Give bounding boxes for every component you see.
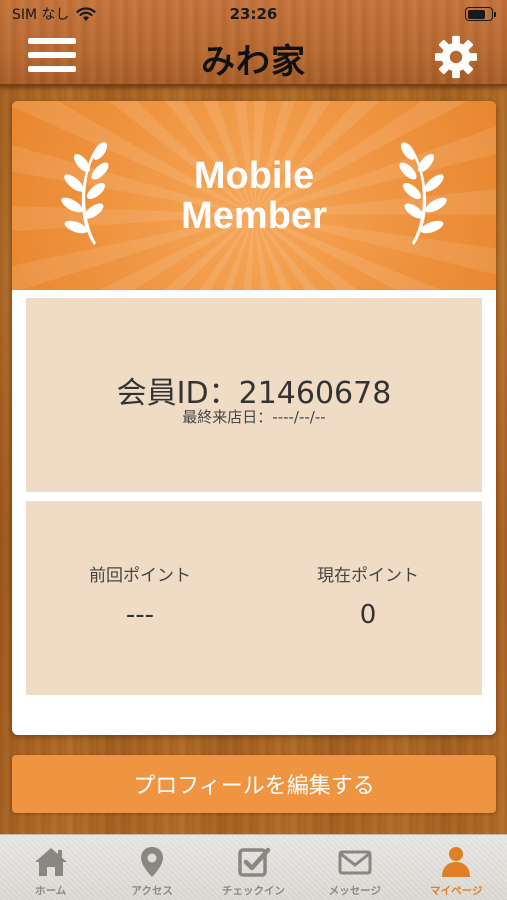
mobile-member-banner: Mobile Member <box>12 101 496 290</box>
previous-points-label: 前回ポイント <box>89 566 191 586</box>
map-pin-icon <box>141 847 164 877</box>
points-panel: 前回ポイント --- 現在ポイント 0 <box>26 501 482 695</box>
gear-icon[interactable] <box>433 34 479 80</box>
tab-label: ホーム <box>35 885 67 897</box>
laurel-icon <box>399 142 447 245</box>
tab-bar: ホーム アクセス チェックイン メッセージ マイページ <box>0 834 507 900</box>
member-card: Mobile Member 会員ID：21460678 最終来店日：----/-… <box>12 101 496 735</box>
app-title: みわ家 <box>201 42 306 82</box>
tab-access[interactable]: アクセス <box>101 835 202 900</box>
tab-label: メッセージ <box>328 885 382 897</box>
status-bar: SIM なし 23:26 <box>0 0 507 28</box>
tab-home[interactable]: ホーム <box>0 835 101 900</box>
edit-profile-button[interactable]: プロフィールを編集する <box>12 755 496 813</box>
member-id-panel: 会員ID：21460678 最終来店日：----/--/-- <box>26 298 482 492</box>
current-points-label: 現在ポイント <box>317 566 419 586</box>
person-icon <box>442 847 471 877</box>
last-visit-date: 最終来店日：----/--/-- <box>182 408 326 426</box>
carrier-label: SIM なし <box>12 7 70 23</box>
tab-message[interactable]: メッセージ <box>304 835 405 900</box>
wifi-icon <box>75 6 96 21</box>
current-points-value: 0 <box>359 600 377 630</box>
current-points: 現在ポイント 0 <box>254 561 482 630</box>
battery-icon <box>465 7 496 21</box>
checkin-icon <box>237 847 270 877</box>
mail-icon <box>338 850 372 875</box>
tab-label: アクセス <box>131 885 173 897</box>
tab-checkin[interactable]: チェックイン <box>203 835 304 900</box>
tab-label: マイページ <box>430 885 483 897</box>
home-icon <box>34 848 67 876</box>
tab-label: チェックイン <box>222 885 286 897</box>
previous-points-value: --- <box>125 600 155 630</box>
tab-mypage[interactable]: マイページ <box>406 835 507 900</box>
previous-points: 前回ポイント --- <box>26 561 254 630</box>
